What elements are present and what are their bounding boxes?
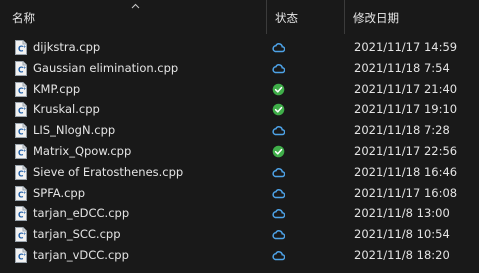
cloud-icon — [272, 251, 285, 261]
file-row[interactable]: C + tarjan_SCC.cpp 2021/11/8 10:54 — [0, 224, 479, 245]
column-divider[interactable] — [266, 0, 267, 34]
column-divider[interactable] — [344, 0, 345, 34]
file-date-modified: 2021/11/17 19:10 — [354, 102, 458, 117]
file-date-modified: 2021/11/17 21:40 — [354, 81, 458, 96]
cpp-file-icon: C + — [15, 164, 27, 180]
cloud-icon — [272, 188, 285, 198]
cpp-file-icon: C + — [15, 227, 27, 243]
svg-text:+: + — [23, 231, 26, 236]
file-row[interactable]: C + tarjan_eDCC.cpp 2021/11/8 13:00 — [0, 203, 479, 224]
cpp-file-icon: C + — [15, 247, 27, 263]
svg-text:+: + — [23, 252, 26, 257]
name-column-header[interactable]: 名称 — [12, 10, 35, 26]
svg-text:+: + — [23, 211, 26, 216]
file-explorer: 名称 状态 修改日期 C + dijkstra.cpp 2021/11/17 1… — [0, 0, 479, 273]
cloud-icon — [272, 63, 285, 74]
file-date-modified: 2021/11/8 10:54 — [354, 227, 450, 242]
file-name: Kruskal.cpp — [33, 102, 100, 117]
green-check-icon — [272, 104, 285, 116]
file-name: Sieve of Eratosthenes.cpp — [33, 164, 184, 179]
file-name: tarjan_SCC.cpp — [33, 227, 121, 242]
file-list: C + dijkstra.cpp 2021/11/17 14:59 C + Ga… — [0, 37, 479, 266]
file-name: Gaussian elimination.cpp — [33, 60, 179, 75]
column-header: 名称 状态 修改日期 — [0, 0, 479, 34]
file-row[interactable]: C + Matrix_Qpow.cpp 2021/11/17 22:56 — [0, 141, 479, 162]
file-row[interactable]: C + SPFA.cpp 2021/11/17 16:08 — [0, 183, 479, 204]
svg-text:+: + — [23, 127, 26, 132]
file-date-modified: 2021/11/18 7:54 — [354, 60, 450, 75]
svg-text:+: + — [23, 65, 26, 70]
cpp-file-icon: C + — [15, 185, 27, 201]
cpp-file-icon: C + — [15, 60, 27, 76]
cpp-file-icon: C + — [15, 123, 27, 139]
file-name: KMP.cpp — [33, 81, 81, 96]
file-date-modified: 2021/11/8 13:00 — [354, 206, 450, 221]
svg-text:+: + — [23, 44, 26, 49]
cloud-icon — [272, 43, 285, 53]
svg-text:+: + — [23, 107, 26, 112]
svg-text:+: + — [23, 190, 26, 195]
file-date-modified: 2021/11/17 16:08 — [354, 185, 458, 200]
file-row[interactable]: C + Gaussian elimination.cpp 2021/11/18 … — [0, 58, 479, 79]
status-column-header[interactable]: 状态 — [275, 10, 298, 26]
file-name: tarjan_eDCC.cpp — [33, 206, 130, 221]
svg-text:+: + — [23, 169, 26, 174]
file-name: LIS_NlogN.cpp — [33, 123, 116, 138]
file-date-modified: 2021/11/17 22:56 — [354, 143, 458, 158]
cloud-icon — [272, 209, 285, 219]
file-date-modified: 2021/11/8 18:20 — [354, 247, 450, 262]
file-row[interactable]: C + Kruskal.cpp 2021/11/17 19:10 — [0, 99, 479, 120]
file-date-modified: 2021/11/18 7:28 — [354, 123, 450, 138]
file-date-modified: 2021/11/17 14:59 — [354, 40, 458, 54]
file-row[interactable]: C + tarjan_vDCC.cpp 2021/11/8 18:20 — [0, 245, 479, 266]
cpp-file-icon: C + — [15, 81, 27, 97]
cpp-file-icon: C + — [15, 143, 27, 159]
file-row[interactable]: C + KMP.cpp 2021/11/17 21:40 — [0, 79, 479, 100]
file-name: Matrix_Qpow.cpp — [33, 143, 132, 158]
file-row[interactable]: C + LIS_NlogN.cpp 2021/11/18 7:28 — [0, 120, 479, 141]
file-row[interactable]: C + dijkstra.cpp 2021/11/17 14:59 — [0, 37, 479, 58]
cpp-file-icon: C + — [15, 40, 27, 55]
file-name: dijkstra.cpp — [33, 40, 101, 54]
cloud-icon — [272, 167, 285, 178]
cloud-icon — [272, 230, 285, 240]
file-name: SPFA.cpp — [33, 185, 86, 200]
svg-text:+: + — [23, 148, 26, 153]
green-check-icon — [272, 145, 285, 158]
file-name: tarjan_vDCC.cpp — [33, 247, 129, 262]
green-check-icon — [272, 83, 285, 95]
cloud-icon — [272, 126, 285, 136]
date-modified-column-header[interactable]: 修改日期 — [353, 10, 399, 26]
cpp-file-icon: C + — [15, 206, 27, 222]
file-row[interactable]: C + Sieve of Eratosthenes.cpp 2021/11/18… — [0, 162, 479, 183]
cpp-file-icon: C + — [15, 102, 27, 118]
svg-text:+: + — [23, 86, 26, 91]
sort-ascending-icon[interactable] — [131, 3, 140, 9]
file-date-modified: 2021/11/18 16:46 — [354, 164, 458, 179]
